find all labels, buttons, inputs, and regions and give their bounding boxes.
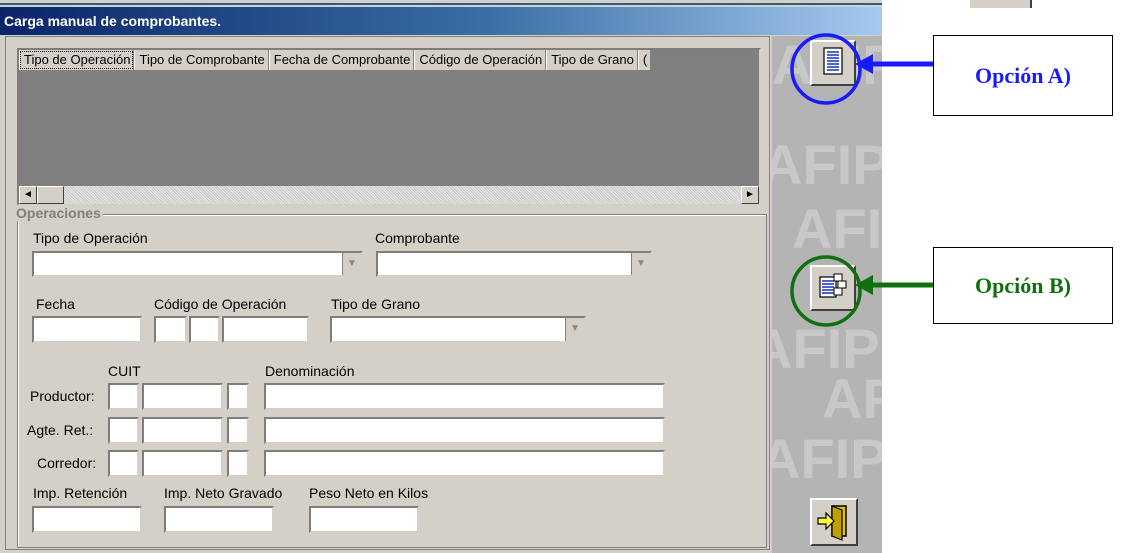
callout-option-b: Opción B) — [933, 247, 1113, 324]
callout-option-a: Opción A) — [933, 35, 1113, 116]
highlight-circle-b — [790, 255, 862, 327]
highlight-circle-a — [790, 33, 862, 105]
